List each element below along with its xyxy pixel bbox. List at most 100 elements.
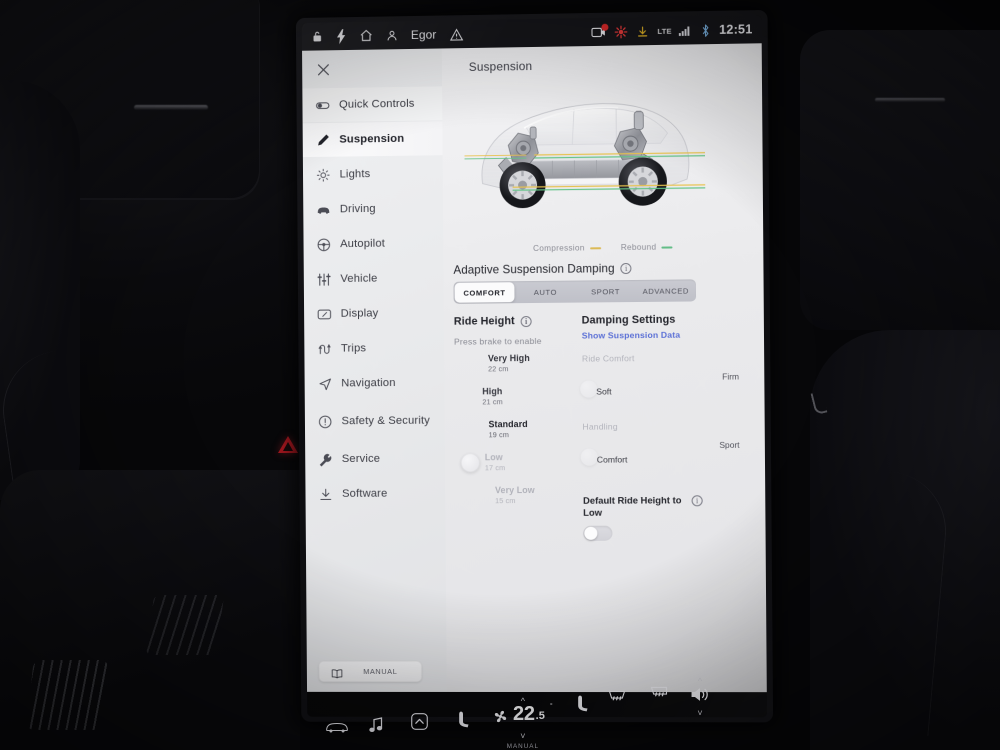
sidebar-item-safety-security[interactable]: Safety & Security [305,401,445,442]
lock-icon[interactable] [311,30,324,44]
damping-settings-heading: Damping Settings [582,313,743,327]
charging-bolt-icon[interactable] [336,29,346,44]
sidebar-item-lights[interactable]: Lights [303,156,443,192]
home-icon[interactable] [359,29,373,43]
sidebar-item-service[interactable]: Service [305,442,445,477]
network-type-label: LTE [657,26,671,35]
info-icon[interactable]: i [521,316,532,327]
info-icon[interactable]: i [692,495,703,506]
climate-icon-row[interactable]: ^ 22 .5 ° ˅ MANUAL ^ ˅ [297,690,769,750]
default-ride-height-label: Default Ride Height to Low [583,494,688,518]
sidebar-item-label: Quick Controls [339,98,415,111]
ride-height-option-low[interactable]: Low 17 cm [455,452,585,486]
damping-legend: Compression Rebound [443,241,763,254]
software-download-icon[interactable] [636,25,648,38]
hazard-reflector-icon [278,436,298,453]
sidebar-item-display[interactable]: Display [304,296,444,331]
dashcam-icon[interactable] [591,26,605,37]
volume-icon[interactable] [689,685,711,709]
ride-height-option-very-low[interactable]: Very Low 15 cm [455,485,585,519]
ride-height-heading: Ride Height i [454,315,584,328]
sidebar-item-navigation[interactable]: Navigation [305,366,445,401]
slider-left-label: Comfort [597,454,628,464]
suspension-panel[interactable]: Suspension Compression Rebound Adaptive … [442,43,767,692]
sidebar-item-suspension[interactable]: Suspension [303,121,443,157]
temperature-control[interactable]: ^ 22 .5 ° ˅ MANUAL [493,698,553,750]
default-ride-height-row[interactable]: Default Ride Height to Low i [583,494,744,540]
ride-height-option-very-high[interactable]: Very High 22 cm [454,353,584,387]
temperature-readout[interactable]: 22 .5 ° [493,704,553,729]
close-icon[interactable] [315,61,332,78]
info-icon[interactable]: i [621,263,632,274]
seat-heater-right-icon[interactable] [574,694,589,713]
sidebar-item-autopilot[interactable]: Autopilot [303,226,443,261]
chevron-down-icon[interactable]: ˅ [520,733,525,739]
bluetooth-icon[interactable] [701,24,710,37]
media-note-icon[interactable] [369,716,384,733]
damping-settings-section[interactable]: Damping Settings Show Suspension Data Ri… [582,313,745,540]
left-footwell-vent [26,660,108,730]
slider-right-label: Sport [719,440,739,450]
right-seat-stitching [779,464,951,736]
handling-slider[interactable]: Handling Comfort Sport [582,421,743,477]
ride-height-section[interactable]: Ride Height i Press brake to enable Very… [454,315,585,519]
left-lower-vent [146,595,224,655]
sidebar-item-driving[interactable]: Driving [303,191,443,227]
option-name: Low [485,452,585,463]
settings-sidebar[interactable]: Quick Controls Suspension Lights Driving… [302,48,447,691]
sentry-mode-icon[interactable] [614,25,627,38]
apps-icon[interactable] [410,712,429,731]
ride-height-options[interactable]: Very High 22 cm High 21 cm Standard 19 c… [454,353,585,519]
sidebar-item-quick-controls[interactable]: Quick Controls [302,86,442,122]
option-name: High [482,386,584,397]
driver-profile-icon[interactable] [386,29,398,42]
volume-control[interactable]: ^ ˅ [689,678,711,716]
sidebar-item-label: Trips [341,342,366,354]
warning-triangle-icon[interactable] [449,28,463,41]
driver-name-label[interactable]: Egor [411,28,437,42]
sidebar-item-trips[interactable]: Trips [304,331,444,366]
ride-height-option-high[interactable]: High 21 cm [454,386,584,420]
ride-height-option-standard[interactable]: Standard 19 cm [455,419,585,453]
clock-label[interactable]: 12:51 [719,22,752,37]
center-touchscreen[interactable]: Egor LTE 12:51 Quick Controls Suspension… [296,10,773,722]
chevron-down-icon[interactable]: ˅ [697,710,702,716]
car-icon[interactable] [324,720,350,734]
slider-track[interactable]: Comfort Sport [583,446,744,477]
sidebar-item-vehicle[interactable]: Vehicle [304,261,444,296]
front-defrost-icon[interactable] [649,684,669,700]
slider-track[interactable]: Soft Firm [582,377,743,408]
close-row[interactable] [302,48,442,88]
tab-sport[interactable]: SPORT [575,280,635,303]
show-suspension-data-link[interactable]: Show Suspension Data [582,329,743,340]
toggle-knob [584,526,597,539]
sidebar-item-label: Navigation [341,377,395,389]
ride-comfort-slider[interactable]: Ride Comfort Soft Firm [582,352,743,408]
right-door-handle [875,98,945,102]
degree-symbol: ° [550,703,553,710]
manual-button[interactable]: MANUAL [319,661,422,682]
chevron-up-icon[interactable]: ^ [698,678,702,684]
tab-auto[interactable]: AUTO [515,281,575,304]
fan-icon[interactable] [493,709,508,729]
legend-item-rebound: Rebound [621,242,673,252]
sidebar-item-label: Software [342,488,387,500]
settings-app[interactable]: Quick Controls Suspension Lights Driving… [302,43,767,692]
slider-left-label: Soft [596,386,611,396]
slider-knob[interactable] [580,381,597,398]
tab-comfort[interactable]: COMFORT [455,282,515,303]
tab-advanced[interactable]: ADVANCED [636,279,697,302]
slider-knob[interactable] [581,449,598,466]
option-name: Very High [488,353,584,364]
screen-surface[interactable]: Egor LTE 12:51 Quick Controls Suspension… [302,15,767,717]
rear-defrost-icon[interactable] [607,688,627,704]
display-icon [317,306,332,321]
vehicle-icon [317,272,332,287]
damping-mode-tabs[interactable]: COMFORT AUTO SPORT ADVANCED [454,279,697,303]
option-name: Very Low [495,485,585,495]
sidebar-item-software[interactable]: Software [305,476,445,511]
quick-controls-icon [315,98,330,113]
default-ride-height-toggle[interactable] [583,525,612,540]
adaptive-damping-heading: Adaptive Suspension Damping i [453,262,631,277]
seat-heater-left-icon[interactable] [455,710,470,729]
